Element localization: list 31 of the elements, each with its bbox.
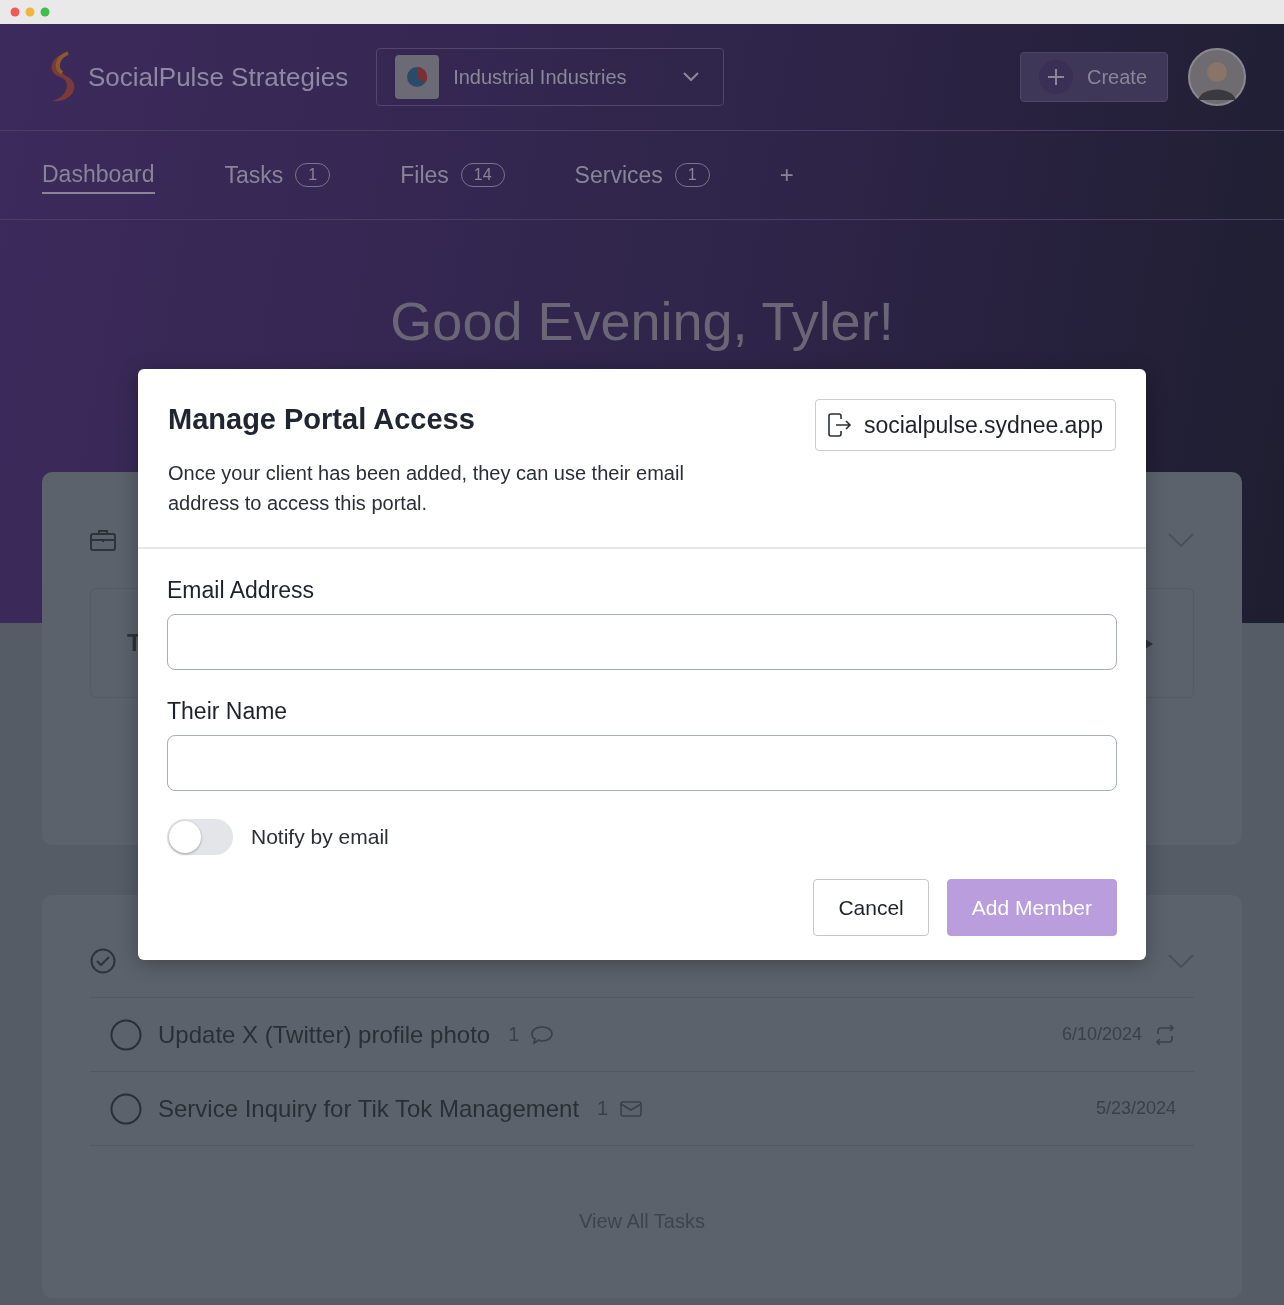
notify-toggle[interactable] xyxy=(167,819,233,855)
nav-tab[interactable]: Services 1 xyxy=(574,157,710,193)
nav-tab[interactable]: Tasks 1 xyxy=(224,157,331,193)
dialog-description: Once your client has been added, they can use their email address to access this portal. xyxy=(168,461,685,516)
briefcase-icon xyxy=(90,529,116,551)
toggle-label: Notify by email xyxy=(251,825,389,849)
comment-icon xyxy=(531,1024,554,1045)
workspace-dropdown[interactable]: Industrial Industries xyxy=(376,48,725,106)
avatar[interactable] xyxy=(1188,48,1246,106)
add-tab-button[interactable]: + xyxy=(779,161,794,189)
workspace-logo-icon xyxy=(395,55,440,99)
create-button[interactable]: Create xyxy=(1019,52,1168,102)
chevron-down-icon xyxy=(683,72,700,82)
nav-tab[interactable]: Dashboard xyxy=(42,156,155,194)
cancel-button[interactable]: Cancel xyxy=(813,879,929,936)
portal-link-button[interactable]: socialpulse.sydnee.app xyxy=(814,399,1116,451)
task-checkbox[interactable] xyxy=(110,1092,142,1125)
sign-out-icon xyxy=(827,413,852,437)
envelope-icon xyxy=(620,1100,643,1117)
plus-icon xyxy=(1038,60,1073,94)
task-checkbox[interactable] xyxy=(110,1018,142,1051)
add-member-button[interactable]: Add Member xyxy=(946,879,1117,936)
input-field[interactable] xyxy=(167,735,1117,791)
field-label: Email Address xyxy=(167,577,315,604)
input-field[interactable] xyxy=(167,614,1117,670)
field-label: Their Name xyxy=(167,698,289,725)
greeting-heading: Good Evening, Tyler! xyxy=(389,290,895,352)
check-circle-icon xyxy=(90,948,116,974)
nav-tab[interactable]: Files 14 xyxy=(400,157,505,193)
dialog-title: Manage Portal Access xyxy=(168,403,476,436)
brand-name: SocialPulse Strategies xyxy=(88,61,349,93)
